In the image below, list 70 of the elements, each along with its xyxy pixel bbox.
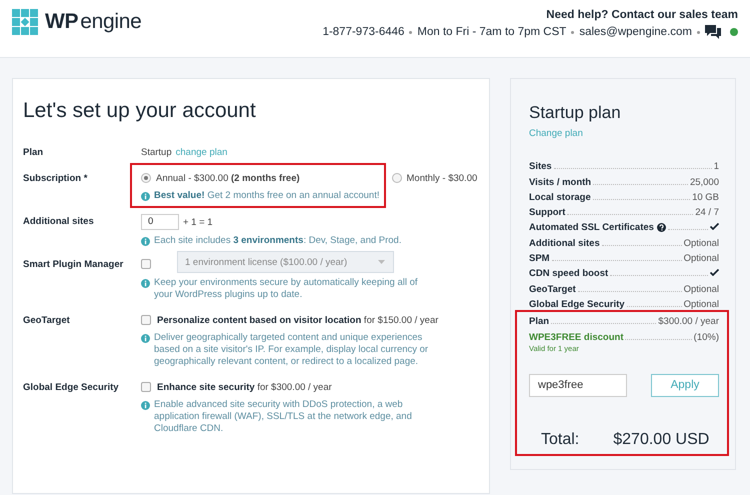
feature-name: Automated SSL Certificates [529, 222, 654, 234]
feature-value: 24 / 7 [695, 207, 719, 218]
checkmark-icon [710, 269, 719, 276]
help-text: Deliver geographically targeted content and unique experiences based on a site visitor's IP. For example, display local currency or geographically relevant content, or redirect to a localized page. [154, 332, 430, 368]
sites-total: + 1 = 1 [183, 216, 213, 228]
feature-value: Optional [684, 284, 719, 295]
checkbox[interactable] [141, 382, 151, 392]
feature-name: Sites [529, 161, 552, 172]
feature-name: Additional sites [529, 238, 600, 249]
feature-name: GeoTarget [529, 284, 576, 295]
field-label: Subscription * [23, 172, 88, 186]
email-link[interactable]: sales@wpengine.com [579, 26, 692, 38]
info-icon [141, 192, 150, 200]
phone-number: 1-877-973-6446 [322, 26, 404, 38]
field-label: Additional sites [23, 215, 95, 229]
coupon-field[interactable]: wpe3free [529, 374, 627, 397]
logo-icon [12, 9, 38, 35]
plan-price: $300.00 / year [658, 316, 719, 328]
feature-value: Optional [684, 238, 719, 249]
feature-name: CDN speed boost [529, 268, 608, 280]
logo-text: WPengine [45, 10, 142, 34]
separator-dot-icon [697, 30, 700, 34]
caret-icon [378, 260, 385, 264]
feature-value: Optional [684, 253, 719, 264]
info-icon [141, 334, 150, 342]
change-plan-link[interactable]: change plan [176, 146, 228, 158]
discount-value: (10%) [694, 332, 719, 343]
separator-dot-icon [409, 30, 412, 34]
info-icon [141, 278, 150, 288]
option-label: Personalize content based on visitor location for $150.00 / year [157, 314, 438, 326]
feature-value: 25,000 [690, 176, 719, 188]
help-text: Each site includes 3 environments: Dev, Stage, and Prod. [154, 235, 402, 247]
option-label: Annual - $300.00 (2 months free) [156, 172, 300, 184]
checkbox[interactable] [141, 315, 151, 325]
discount-label: WPE3FREE discount [529, 332, 624, 343]
field-label: Smart Plugin Manager [23, 259, 124, 272]
field-label: GeoTarget [23, 314, 71, 328]
option-label: Monthly - $30.00 [406, 172, 478, 184]
help-text: Keep your environments secure by automatically keeping all of your WordPress plugins up to date. [154, 277, 419, 301]
radio-button[interactable] [141, 173, 151, 183]
help-text: Best value! Get 2 months free on an annual account! [154, 190, 380, 202]
plan-title: Startup plan [529, 103, 622, 123]
number-field[interactable]: 0 [141, 214, 179, 230]
info-icon [141, 400, 150, 410]
feature-value: 10 GB [692, 192, 719, 203]
help-text: Enable advanced site security with DDoS protection, a web application firewall (WAF), SSL/TLS at the network edge, and Cloudflare CDN. [154, 399, 413, 435]
feature-name: Local storage [529, 192, 591, 203]
total-amount: $270.00 USD [613, 430, 710, 449]
option-label: Enhance site security for $300.00 / year [157, 382, 332, 392]
page-title: Let's set up your account [23, 99, 257, 123]
radio-button[interactable] [392, 173, 402, 183]
office-hours: Mon to Fri - 7am to 7pm CST [417, 26, 566, 38]
field-label: Plan [23, 146, 44, 159]
help-title: Need help? Contact our sales team [545, 9, 738, 21]
apply-button[interactable]: Apply [651, 374, 719, 397]
separator-dot-icon [571, 30, 574, 34]
total-label: Total: [541, 430, 580, 449]
price-label: Plan [529, 316, 550, 328]
change-plan-link[interactable]: Change plan [529, 128, 735, 139]
feature-name: SPM [529, 253, 550, 264]
field-label: Global Edge Security [23, 381, 120, 395]
plan-name: Startup [141, 146, 172, 158]
chat-icon[interactable] [705, 25, 721, 39]
feature-name: Global Edge Security [529, 298, 625, 310]
checkmark-icon [710, 223, 719, 230]
info-icon [141, 236, 150, 246]
feature-name: Visits / month [529, 176, 592, 188]
feature-value: 1 [714, 161, 719, 172]
feature-name: Support [529, 207, 566, 218]
feature-value: Optional [684, 298, 719, 310]
